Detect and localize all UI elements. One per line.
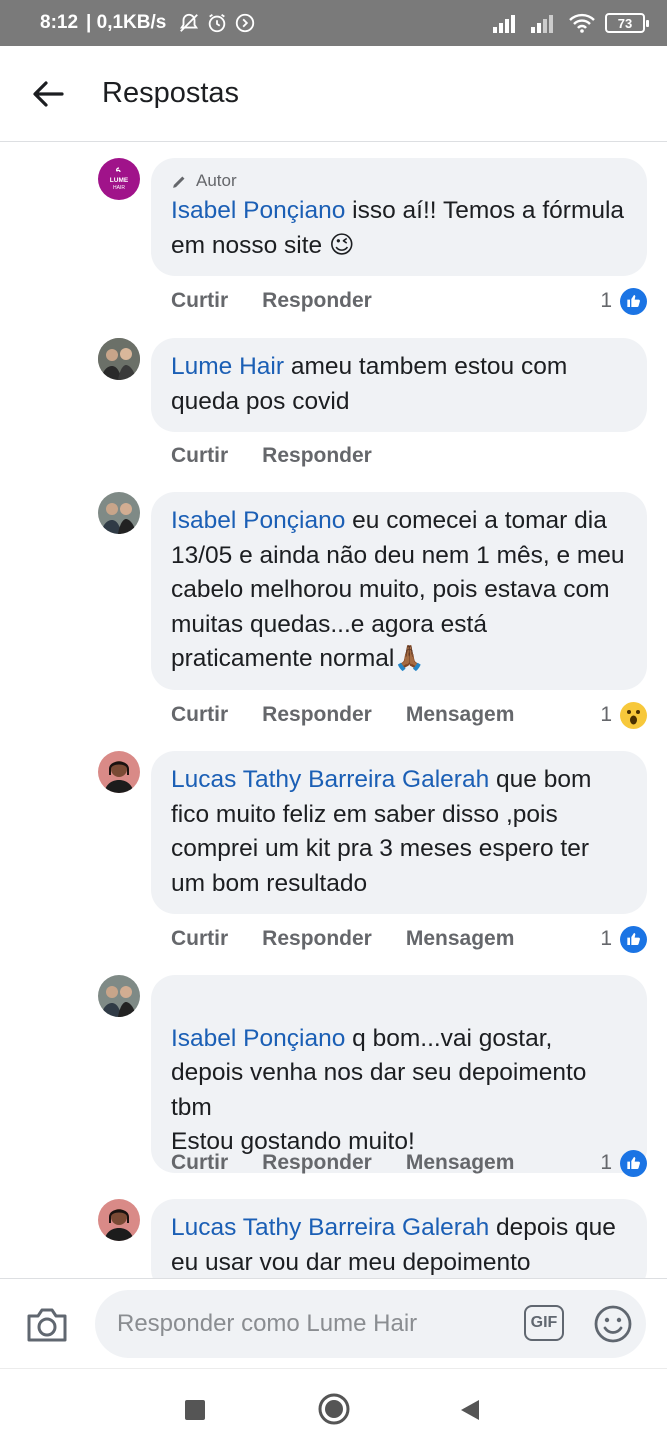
like-button[interactable]: Curtir — [171, 703, 228, 727]
battery-level: 73 — [617, 15, 633, 31]
square-icon — [185, 1400, 205, 1420]
comment-author-name[interactable]: Lume Hair — [171, 353, 284, 380]
status-time: 8:12 — [40, 12, 79, 33]
reply-button[interactable]: Responder — [262, 289, 372, 313]
screen: 8:12 | 0,1KB/s 73 Respostas LUME HAIR Au… — [0, 0, 667, 1448]
avatar[interactable] — [98, 338, 140, 380]
gif-label: GIF — [530, 1314, 558, 1331]
comment-bubble[interactable]: Isabel Ponçiano eu comecei a tomar dia 1… — [151, 492, 647, 690]
reaction-count-value: 1 — [600, 703, 612, 726]
avatar[interactable] — [98, 975, 140, 1017]
smiley-icon — [594, 1305, 632, 1343]
reply-bar: GIF — [0, 1278, 667, 1368]
pencil-icon — [173, 176, 185, 188]
battery-icon: 73 — [605, 13, 649, 33]
avatar[interactable] — [98, 751, 140, 793]
back-nav-button[interactable] — [459, 1398, 481, 1427]
like-reaction-icon — [620, 925, 647, 953]
comment-actions: Curtir Responder 1 — [171, 283, 647, 319]
status-bar: 8:12 | 0,1KB/s 73 — [0, 0, 667, 46]
app-header: Respostas — [0, 46, 667, 142]
wow-reaction-icon — [620, 701, 647, 729]
reply-button[interactable]: Responder — [262, 703, 372, 727]
like-button[interactable]: Curtir — [171, 927, 228, 951]
comment-bubble[interactable]: Lume Hair ameu tambem estou com queda po… — [151, 338, 647, 432]
reply-button[interactable]: Responder — [262, 1151, 372, 1175]
comment-author-name[interactable]: Lucas Tathy Barreira Galerah — [171, 1214, 489, 1241]
lume-hair-logo-icon: LUME HAIR — [110, 167, 129, 191]
reaction-count[interactable]: 1 — [600, 701, 647, 729]
reply-button[interactable]: Responder — [262, 444, 372, 468]
signal-icon — [493, 15, 515, 33]
user-photo-icon — [98, 492, 140, 534]
emoji-button[interactable] — [593, 1304, 633, 1344]
reaction-count-value: 1 — [600, 927, 612, 950]
comment-author-name[interactable]: Isabel Ponçiano — [171, 1025, 345, 1052]
triangle-back-icon — [461, 1400, 479, 1420]
message-button[interactable]: Mensagem — [406, 927, 515, 951]
replies-list[interactable]: LUME HAIR Autor Isabel Ponçiano isso aí!… — [0, 142, 667, 1278]
data-saver-icon — [236, 13, 255, 33]
like-button[interactable]: Curtir — [171, 444, 228, 468]
back-button[interactable] — [0, 46, 96, 142]
avatar[interactable] — [98, 492, 140, 534]
comment-bubble[interactable]: Autor Isabel Ponçiano isso aí!! Temos a … — [151, 158, 647, 276]
reaction-count[interactable]: 1 — [600, 1149, 647, 1177]
arrow-left-icon — [33, 80, 64, 107]
reaction-count-value: 1 — [600, 1151, 612, 1174]
camera-icon — [27, 1308, 67, 1342]
user-photo-icon — [98, 1199, 140, 1241]
svg-text:HAIR: HAIR — [113, 185, 125, 191]
user-photo-icon — [98, 975, 140, 1017]
mute-notification-icon — [180, 13, 199, 32]
comment-actions: Curtir Responder Mensagem 1 — [171, 921, 647, 957]
signal-icon — [531, 15, 553, 33]
comment-author-name[interactable]: Isabel Ponçiano — [171, 507, 345, 534]
comment-actions: Curtir Responder — [171, 438, 647, 474]
author-badge: Autor — [171, 170, 627, 192]
comment-author-name[interactable]: Lucas Tathy Barreira Galerah — [171, 766, 489, 793]
system-nav-bar — [0, 1368, 667, 1448]
comment-bubble[interactable]: Lucas Tathy Barreira Galerah que bom fic… — [151, 751, 647, 914]
like-button[interactable]: Curtir — [171, 1151, 228, 1175]
comment-bubble[interactable]: Isabel Ponçiano q bom...vai gostar, depo… — [151, 975, 647, 1173]
reaction-count-value: 1 — [600, 289, 612, 312]
avatar[interactable] — [98, 1199, 140, 1241]
comment-actions: Curtir Responder Mensagem 1 — [171, 1145, 647, 1181]
comment-actions: Curtir Responder Mensagem 1 — [171, 697, 647, 733]
like-reaction-icon — [620, 287, 647, 315]
gif-button[interactable]: GIF — [524, 1305, 564, 1341]
reply-button[interactable]: Responder — [262, 927, 372, 951]
svg-text:LUME: LUME — [110, 177, 129, 184]
circle-icon — [318, 1393, 350, 1425]
like-reaction-icon — [620, 1149, 647, 1177]
user-photo-icon — [98, 751, 140, 793]
page-title: Respostas — [102, 77, 240, 109]
reaction-count[interactable]: 1 — [600, 287, 647, 315]
message-button[interactable]: Mensagem — [406, 1151, 515, 1175]
like-button[interactable]: Curtir — [171, 289, 228, 313]
comment-author-name[interactable]: Isabel Ponçiano — [171, 197, 345, 224]
avatar[interactable]: LUME HAIR — [98, 158, 140, 200]
user-photo-icon — [98, 338, 140, 380]
home-button[interactable] — [318, 1393, 350, 1430]
network-speed: | 0,1KB/s — [86, 12, 167, 33]
reaction-count[interactable]: 1 — [600, 925, 647, 953]
author-badge-label: Autor — [196, 171, 237, 190]
comment-bubble[interactable]: Lucas Tathy Barreira Galerah depois que … — [151, 1199, 647, 1278]
alarm-icon — [209, 13, 226, 33]
recents-button[interactable] — [184, 1399, 206, 1426]
message-button[interactable]: Mensagem — [406, 703, 515, 727]
wifi-icon — [569, 13, 595, 33]
camera-button[interactable] — [25, 1305, 69, 1345]
